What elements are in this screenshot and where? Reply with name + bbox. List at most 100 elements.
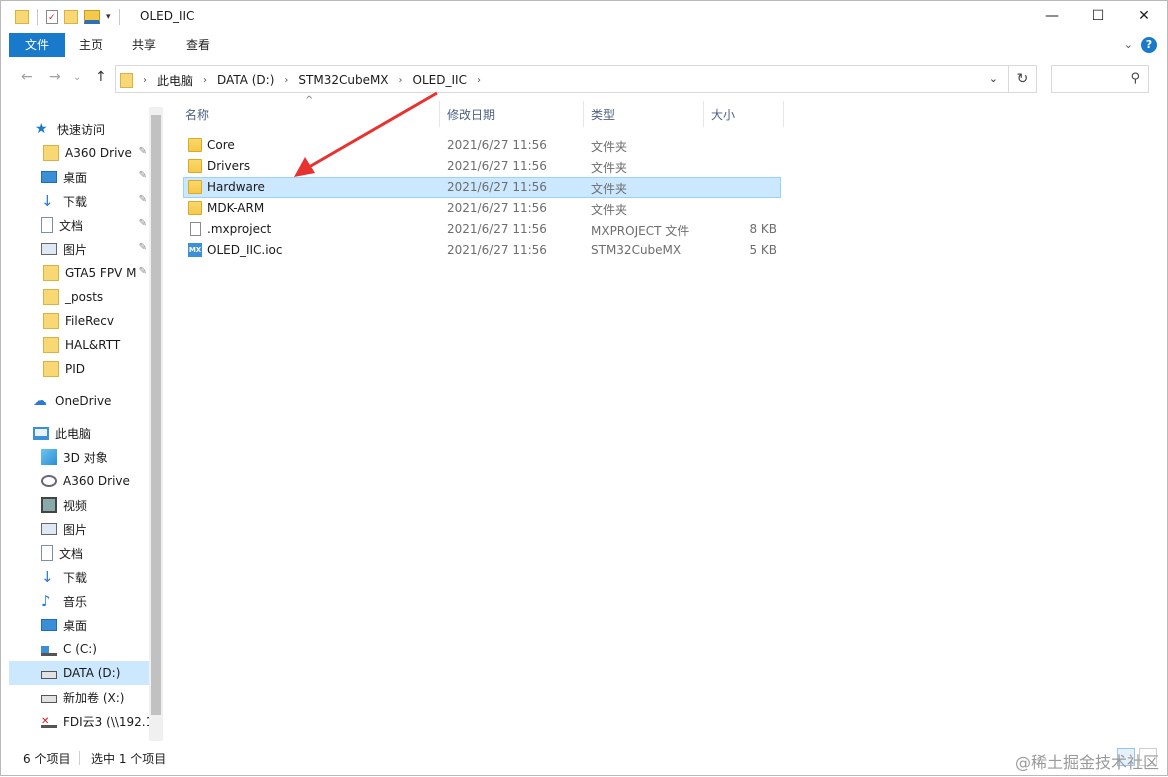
sidebar-item-label: _posts	[65, 290, 104, 304]
folder-icon	[43, 145, 59, 161]
folder-open-icon[interactable]	[84, 10, 100, 24]
chevron-right-icon[interactable]: ›	[477, 75, 481, 86]
column-divider[interactable]	[703, 101, 704, 127]
scrollbar-thumb[interactable]	[151, 115, 161, 715]
desktop-icon	[41, 619, 57, 631]
column-divider[interactable]	[583, 101, 584, 127]
column-header-size[interactable]: 大小	[711, 101, 735, 127]
customize-qat-icon[interactable]: ▾	[106, 12, 111, 22]
file-type: STM32CubeMX	[591, 243, 682, 257]
file-name: OLED_IIC.ioc	[207, 243, 283, 257]
sidebar-item-filerecv[interactable]: FileRecv	[9, 309, 149, 333]
sidebar-item-c-drive[interactable]: C (C:)	[9, 637, 149, 661]
tab-home[interactable]: 主页	[67, 33, 115, 57]
maximize-button[interactable]: ☐	[1075, 1, 1121, 31]
back-button[interactable]: ←	[21, 69, 33, 85]
folder-icon	[188, 138, 202, 152]
sidebar-item-label: GTA5 FPV M	[65, 266, 137, 280]
pin-icon: ✎	[138, 266, 147, 277]
sidebar-item-data-drive[interactable]: DATA (D:)	[9, 661, 149, 685]
file-row-drivers[interactable]: Drivers 2021/6/27 11:56 文件夹	[183, 156, 781, 177]
sidebar-item-3d-objects[interactable]: 3D 对象	[9, 445, 149, 469]
expand-ribbon-icon[interactable]: ⌄	[1124, 38, 1133, 51]
sidebar-item-documents-pc[interactable]: 文档	[9, 541, 149, 565]
file-row-mdk-arm[interactable]: MDK-ARM 2021/6/27 11:56 文件夹	[183, 198, 781, 219]
file-name: Drivers	[207, 159, 251, 173]
sidebar-item-downloads-pc[interactable]: ↓ 下载	[9, 565, 149, 589]
sidebar-item-a360-drive-pc[interactable]: A360 Drive	[9, 469, 149, 493]
sidebar-item-label: FileRecv	[65, 314, 114, 328]
sidebar-item-label: C (C:)	[63, 642, 97, 656]
computer-icon	[33, 426, 49, 440]
column-header-type[interactable]: 类型	[591, 101, 615, 127]
sidebar-item-label: 新加卷 (X:)	[63, 690, 125, 705]
breadcrumb-stm32cubemx[interactable]: STM32CubeMX	[298, 73, 388, 87]
sidebar-item-posts[interactable]: _posts	[9, 285, 149, 309]
chevron-right-icon[interactable]: ›	[399, 75, 403, 86]
breadcrumb-data-drive[interactable]: DATA (D:)	[217, 73, 274, 87]
address-dropdown-icon[interactable]: ⌄	[989, 72, 998, 85]
sidebar-item-downloads[interactable]: ↓ 下载 ✎	[9, 189, 149, 213]
properties-icon[interactable]: ✓	[46, 10, 58, 24]
sidebar-item-videos[interactable]: 视频	[9, 493, 149, 517]
recent-locations-icon[interactable]: ⌄	[73, 72, 81, 83]
column-header-name[interactable]: 名称	[185, 101, 209, 127]
status-bar: 6 个项目 选中 1 个项目	[1, 745, 1167, 771]
column-header-date[interactable]: 修改日期	[447, 101, 495, 127]
sidebar-item-quick-access[interactable]: ★ 快速访问	[9, 117, 149, 141]
sidebar-item-this-pc[interactable]: 此电脑	[9, 421, 149, 445]
sidebar-item-music[interactable]: ♪ 音乐	[9, 589, 149, 613]
sidebar-item-label: 桌面	[63, 618, 88, 633]
file-row-hardware[interactable]: Hardware 2021/6/27 11:56 文件夹	[183, 177, 781, 198]
file-row-mxproject[interactable]: .mxproject 2021/6/27 11:56 MXPROJECT 文件 …	[183, 219, 781, 240]
sidebar-scrollbar[interactable]	[149, 107, 163, 741]
folder-icon	[43, 337, 59, 353]
pin-icon: ✎	[138, 242, 147, 253]
refresh-button[interactable]: ↻	[1008, 66, 1036, 92]
address-bar[interactable]: › 此电脑 › DATA (D:) › STM32CubeMX › OLED_I…	[115, 65, 1037, 93]
sidebar-item-label: A360 Drive	[63, 474, 130, 488]
minimize-button[interactable]: —	[1029, 1, 1075, 31]
sidebar-item-desktop-pc[interactable]: 桌面	[9, 613, 149, 637]
status-divider	[79, 751, 80, 765]
close-button[interactable]: ✕	[1121, 1, 1167, 31]
folder-icon	[188, 180, 202, 194]
chevron-right-icon[interactable]: ›	[203, 75, 207, 86]
sidebar-item-pictures-pc[interactable]: 图片	[9, 517, 149, 541]
search-input[interactable]: ⚲	[1051, 65, 1149, 93]
column-divider[interactable]	[439, 101, 440, 127]
sidebar-item-label: 音乐	[63, 594, 88, 609]
new-folder-icon[interactable]	[64, 10, 78, 24]
sidebar-item-onedrive[interactable]: ☁ OneDrive	[9, 389, 149, 413]
video-icon	[41, 497, 57, 513]
sidebar-item-a360-drive[interactable]: A360 Drive ✎	[9, 141, 149, 165]
chevron-right-icon[interactable]: ›	[284, 75, 288, 86]
breadcrumb-this-pc[interactable]: 此电脑	[157, 72, 193, 89]
cloud-icon: ☁	[33, 393, 47, 409]
column-divider[interactable]	[783, 101, 784, 127]
sidebar-item-x-drive[interactable]: 新加卷 (X:)	[9, 685, 149, 709]
tab-share[interactable]: 共享	[119, 33, 169, 57]
up-button[interactable]: ↑	[95, 69, 107, 85]
sidebar-item-gta5[interactable]: GTA5 FPV M ✎	[9, 261, 149, 285]
chevron-right-icon[interactable]: ›	[143, 75, 147, 86]
breadcrumb: › 此电脑 › DATA (D:) › STM32CubeMX › OLED_I…	[120, 70, 481, 90]
pin-icon: ✎	[138, 218, 147, 229]
sidebar-item-desktop[interactable]: 桌面 ✎	[9, 165, 149, 189]
sidebar-item-documents[interactable]: 文档 ✎	[9, 213, 149, 237]
sidebar-item-network-drive[interactable]: ✕ FDI云3 (\\192.1	[9, 709, 149, 733]
disconnected-network-drive-icon: ✕	[41, 717, 57, 728]
tab-view[interactable]: 查看	[173, 33, 223, 57]
forward-button[interactable]: →	[49, 69, 61, 85]
sidebar-item-label: A360 Drive	[65, 146, 132, 160]
breadcrumb-oled-iic[interactable]: OLED_IIC	[413, 73, 467, 87]
sidebar-item-pictures[interactable]: 图片 ✎	[9, 237, 149, 261]
sidebar-item-hal-rtt[interactable]: HAL&RTT	[9, 333, 149, 357]
sidebar-item-pid[interactable]: PID	[9, 357, 149, 381]
file-row-oled-iic-ioc[interactable]: MX OLED_IIC.ioc 2021/6/27 11:56 STM32Cub…	[183, 240, 781, 261]
file-size: 8 KB	[749, 222, 777, 236]
help-icon[interactable]: ?	[1141, 37, 1157, 53]
tab-file[interactable]: 文件	[9, 33, 65, 57]
file-row-core[interactable]: Core 2021/6/27 11:56 文件夹	[183, 135, 781, 156]
download-icon: ↓	[41, 192, 54, 210]
